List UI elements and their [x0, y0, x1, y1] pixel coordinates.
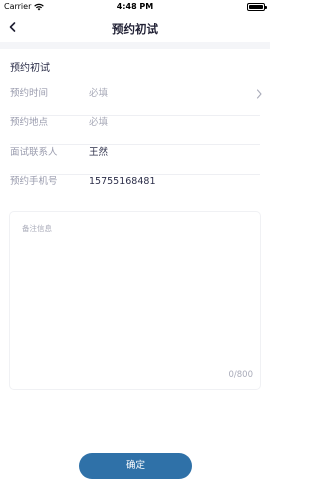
remarks-placeholder: 备注信息 — [22, 224, 52, 233]
row-divider — [10, 144, 260, 145]
chevron-right-icon[interactable] — [254, 88, 264, 100]
appointment-location-input[interactable]: 必填 — [89, 116, 108, 130]
appointment-phone-row[interactable]: 预约手机号 15755168481 — [10, 175, 270, 204]
confirm-button[interactable]: 确定 — [79, 453, 192, 479]
interview-contact-row[interactable]: 面试联系人 王然 — [10, 146, 270, 175]
appointment-location-row[interactable]: 预约地点 必填 — [10, 116, 270, 145]
section-divider — [0, 42, 270, 49]
nav-bar: 预约初试 — [0, 14, 270, 42]
interview-contact-label: 面试联系人 — [10, 147, 58, 158]
battery-icon — [247, 3, 267, 11]
appointment-time-row[interactable]: 预约时间 必填 — [10, 87, 270, 116]
appointment-time-label: 预约时间 — [10, 88, 49, 99]
status-right — [247, 3, 267, 11]
status-time: 4:48 PM — [116, 2, 154, 11]
page-title: 预约初试 — [112, 22, 158, 36]
section-title: 预约初试 — [10, 63, 50, 74]
appointment-phone-label: 预约手机号 — [10, 176, 58, 187]
appointment-time-value[interactable]: 必填 — [89, 87, 108, 101]
appointment-phone-input[interactable]: 15755168481 — [89, 175, 156, 189]
interview-contact-input[interactable]: 王然 — [89, 146, 108, 160]
status-bar: Carrier 4:48 PM — [0, 0, 270, 14]
remarks-textarea[interactable]: 备注信息 0/800 — [9, 211, 261, 390]
appointment-location-label: 预约地点 — [10, 117, 49, 128]
remarks-char-counter: 0/800 — [228, 370, 254, 380]
